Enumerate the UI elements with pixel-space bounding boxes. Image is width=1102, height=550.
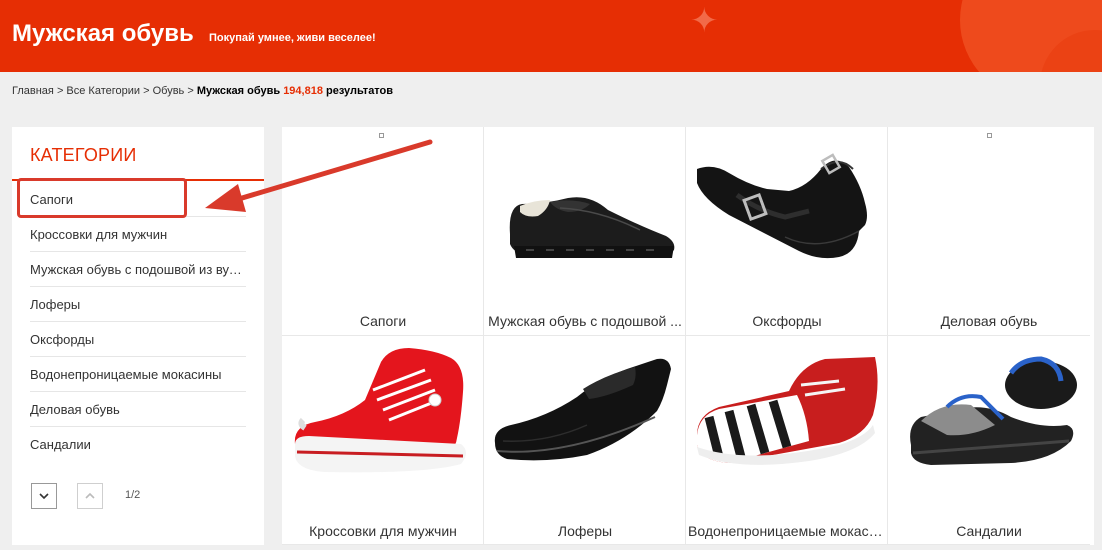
grid-item-label: Оксфорды <box>752 313 822 329</box>
breadcrumb: Главная > Все Категории > Обувь > Мужска… <box>12 85 393 97</box>
broken-image-icon <box>987 133 992 138</box>
grid-item-oxfords[interactable]: Оксфорды <box>686 127 888 336</box>
annotation-highlight <box>17 178 187 218</box>
sparkle-icon: ✦ <box>690 2 719 40</box>
grid-item-label: Мужская обувь с подошвой ... <box>488 313 682 329</box>
grid-item-moccasins[interactable]: Водонепроницаемые мокаси... <box>686 336 888 545</box>
grid-item-boots[interactable]: Сапоги <box>282 127 484 336</box>
grid-item-label: Сандалии <box>956 523 1022 539</box>
breadcrumb-separator: > <box>143 85 153 97</box>
pager-next-button[interactable] <box>31 483 57 509</box>
sidebar-item-business-shoes[interactable]: Деловая обувь <box>30 392 246 427</box>
sidebar-item-moccasins[interactable]: Водонепроницаемые мокасины <box>30 357 246 392</box>
black-monk-strap-shoe-image <box>688 131 885 281</box>
pager-indicator: 1/2 <box>125 489 141 501</box>
sidebar-item-sneakers[interactable]: Кроссовки для мужчин <box>30 217 246 252</box>
header-slogan: Покупай умнее, живи веселее! <box>209 32 376 44</box>
breadcrumb-home[interactable]: Главная <box>12 85 57 97</box>
grid-item-loafers[interactable]: Лоферы <box>484 336 686 545</box>
breadcrumb-all-categories[interactable]: Все Категории <box>66 85 143 97</box>
grid-item-label: Кроссовки для мужчин <box>309 523 457 539</box>
black-loafer-image <box>486 340 683 490</box>
pager-prev-button[interactable] <box>77 483 103 509</box>
results-label: результатов <box>326 85 394 97</box>
sidebar-item-vulcanized[interactable]: Мужская обувь с подошвой из вулк... <box>30 252 246 287</box>
grid-item-label: Лоферы <box>557 523 613 539</box>
page-title: Мужская обувь <box>12 20 194 47</box>
grid-item-label: Сапоги <box>359 313 407 329</box>
breadcrumb-separator: > <box>187 85 197 97</box>
sidebar-item-oxfords[interactable]: Оксфорды <box>30 322 246 357</box>
breadcrumb-current: Мужская обувь <box>196 85 284 97</box>
sidebar-item-sandals[interactable]: Сандалии <box>30 427 246 462</box>
grid-item-label: Водонепроницаемые мокаси... <box>688 523 886 539</box>
chevron-down-icon <box>39 493 49 500</box>
grid-item-business-shoes[interactable]: Деловая обувь <box>888 127 1090 336</box>
red-high-top-sneaker-image <box>284 340 481 490</box>
category-grid: Сапоги Мужская обувь с подошвой ... Оксф… <box>282 127 1094 545</box>
grid-item-vulcanized[interactable]: Мужская обувь с подошвой ... <box>484 127 686 336</box>
page-header: ✦ Мужская обувь Покупай умнее, живи весе… <box>0 0 1102 72</box>
results-count: 194,818 <box>283 85 327 97</box>
black-derby-shoe-image <box>486 131 683 281</box>
broken-image-icon <box>379 133 384 138</box>
grid-item-label: Деловая обувь <box>940 313 1038 329</box>
breadcrumb-separator: > <box>56 85 67 97</box>
breadcrumb-shoes[interactable]: Обувь <box>153 85 188 97</box>
grid-item-sandals[interactable]: Сандалии <box>888 336 1090 545</box>
red-striped-sneaker-image <box>688 340 885 490</box>
sidebar-title: КАТЕГОРИИ <box>30 145 137 165</box>
chevron-up-icon <box>85 492 95 499</box>
sport-sandal-image <box>890 340 1087 490</box>
grid-item-sneakers[interactable]: Кроссовки для мужчин <box>282 336 484 545</box>
sidebar-item-loafers[interactable]: Лоферы <box>30 287 246 322</box>
